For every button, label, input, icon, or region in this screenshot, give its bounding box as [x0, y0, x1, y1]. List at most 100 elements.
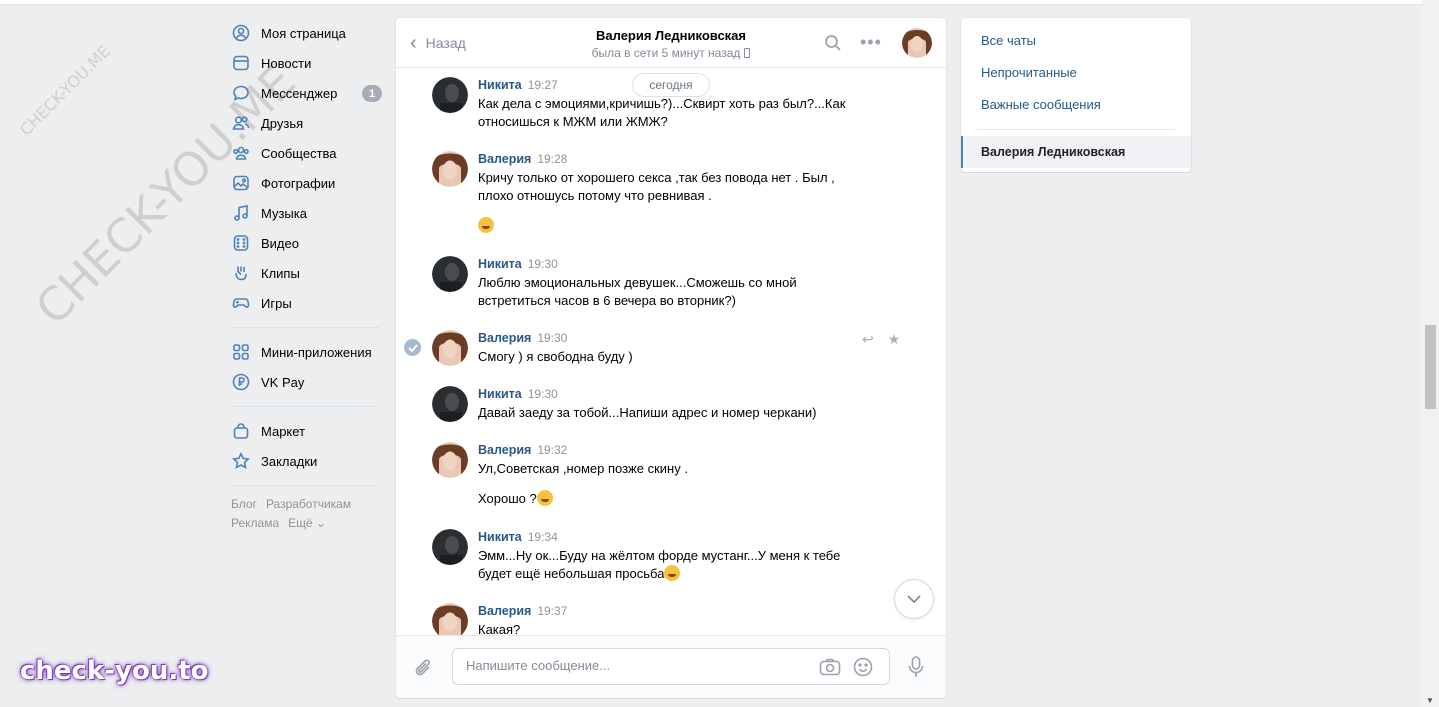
star-icon — [232, 452, 250, 470]
active-chat-item[interactable]: Валерия Ледниковская — [961, 136, 1191, 168]
message-item[interactable]: Никита 19:30 Люблю эмоциональных девушек.… — [432, 256, 912, 310]
nav-item-market[interactable]: Маркет — [226, 416, 382, 446]
communities-icon — [232, 144, 250, 162]
avatar-valeria[interactable] — [432, 151, 468, 187]
page-scrollbar[interactable]: ▼ — [1422, 0, 1439, 707]
nav-label: Мини-приложения — [261, 344, 372, 360]
message-time: 19:27 — [527, 78, 558, 92]
paperclip-icon[interactable] — [414, 658, 434, 681]
more-options-icon[interactable]: ••• — [860, 32, 882, 53]
message-text: будет ещё небольшая просьба — [478, 566, 665, 581]
message-author[interactable]: Валерия — [478, 152, 531, 166]
message-time: 19:30 — [537, 331, 568, 345]
footer-link-blog[interactable]: Блог — [231, 497, 257, 511]
nav-label: Маркет — [261, 423, 306, 439]
friends-icon — [232, 114, 250, 132]
watermark-small: CHECK-YOU.ME — [16, 41, 114, 140]
message-item[interactable]: Валерия 19:32 Ул,Советская ,номер позже с… — [432, 442, 912, 508]
message-author[interactable]: Никита — [478, 530, 522, 544]
date-separator: сегодня — [632, 73, 710, 97]
vkpay-icon — [232, 373, 250, 391]
message-text: Хорошо ? — [478, 491, 537, 506]
message-text: Как дела с эмоциями,кричишь?)...Сквирт х… — [478, 96, 846, 111]
nav-item-messenger[interactable]: Мессенджер 1 — [226, 78, 382, 108]
avatar-valeria[interactable] — [432, 603, 468, 635]
avatar-valeria[interactable] — [432, 442, 468, 478]
message-time: 19:30 — [527, 387, 558, 401]
search-icon[interactable] — [824, 34, 842, 55]
message-text: Смогу ) я свободна буду ) — [478, 349, 633, 364]
message-author[interactable]: Валерия — [478, 443, 531, 457]
user-circle-icon — [232, 24, 250, 42]
nav-label: Мессенджер — [261, 85, 338, 101]
camera-icon[interactable] — [819, 658, 841, 679]
nav-item-photos[interactable]: Фотографии — [226, 168, 382, 198]
emoji-smile-icon[interactable] — [853, 657, 873, 680]
message-input-box — [452, 648, 890, 685]
read-check-icon[interactable] — [404, 339, 421, 356]
message-time: 19:30 — [527, 257, 558, 271]
status-text: была в сети 5 минут назад — [591, 46, 741, 60]
message-item[interactable]: Никита 19:34 Эмм...Ну ок...Буду на жёлтом… — [432, 529, 912, 583]
nav-item-video[interactable]: Видео — [226, 228, 382, 258]
nav-item-games[interactable]: Игры — [226, 288, 382, 318]
message-author[interactable]: Валерия — [478, 604, 531, 618]
nav-item-my-page[interactable]: Моя страница — [226, 18, 382, 48]
filter-important[interactable]: Важные сообщения — [961, 88, 1191, 120]
message-item[interactable]: Валерия 19:37 Какая? — [432, 603, 912, 635]
nav-item-bookmarks[interactable]: Закладки — [226, 446, 382, 476]
message-text: Какая? — [478, 622, 521, 635]
message-author[interactable]: Никита — [478, 257, 522, 271]
avatar-nikita[interactable] — [432, 256, 468, 292]
nav-label: Клипы — [261, 265, 300, 281]
nav-label: Друзья — [261, 115, 304, 131]
footer-link-ads[interactable]: Реклама — [231, 516, 279, 530]
filter-unread[interactable]: Непрочитанные — [961, 56, 1191, 88]
apps-icon — [232, 343, 250, 361]
nav-item-mini-apps[interactable]: Мини-приложения — [226, 337, 382, 367]
message-item[interactable]: Никита 19:30 Давай заеду за тобой...Напиш… — [432, 386, 912, 422]
nav-item-music[interactable]: Музыка — [226, 198, 382, 228]
message-text: Ул,Советская ,номер позже скину . — [478, 461, 688, 476]
nav-item-communities[interactable]: Сообщества — [226, 138, 382, 168]
nav-item-news[interactable]: Новости — [226, 48, 382, 78]
message-list[interactable]: сегодня Никита 19:27 Как дела с эмоциями,… — [396, 69, 946, 635]
message-composer — [396, 635, 946, 698]
unread-badge: 1 — [362, 85, 382, 102]
avatar-nikita[interactable] — [432, 386, 468, 422]
message-text: относишься к МЖМ или ЖМЖ? — [478, 114, 668, 129]
nav-item-friends[interactable]: Друзья — [226, 108, 382, 138]
chevron-down-icon — [907, 595, 921, 603]
scrollbar-thumb[interactable] — [1425, 325, 1436, 409]
nav-footer: Блог Разработчикам Реклама Ещё ⌄ — [226, 495, 382, 533]
contact-avatar[interactable] — [902, 28, 932, 58]
scroll-to-bottom-button[interactable] — [894, 579, 934, 619]
nav-label: VK Pay — [261, 374, 305, 390]
avatar-nikita[interactable] — [432, 529, 468, 565]
message-author[interactable]: Валерия — [478, 331, 531, 345]
nav-item-clips[interactable]: Клипы — [226, 258, 382, 288]
message-text: встретиться часов в 6 вечера во вторник?… — [478, 293, 736, 308]
message-author[interactable]: Никита — [478, 387, 522, 401]
message-author[interactable]: Никита — [478, 78, 522, 92]
message-item[interactable]: Валерия 19:28 Кричу только от хорошего се… — [432, 151, 912, 235]
message-text: Люблю эмоциональных девушек...Сможешь со… — [478, 275, 797, 290]
avatar-nikita[interactable] — [432, 77, 468, 113]
nav-label: Новости — [261, 55, 312, 71]
message-text: Эмм...Ну ок...Буду на жёлтом форде муста… — [478, 548, 841, 563]
message-item[interactable]: Валерия 19:30 Смогу ) я свободна буду ) — [432, 330, 912, 366]
top-header-strip — [0, 0, 1422, 5]
microphone-icon[interactable] — [908, 656, 924, 681]
filter-all-chats[interactable]: Все чаты — [961, 24, 1191, 56]
footer-link-more[interactable]: Ещё ⌄ — [288, 516, 326, 530]
avatar-valeria[interactable] — [432, 330, 468, 366]
clips-icon — [232, 264, 250, 282]
news-icon — [232, 54, 250, 72]
message-input[interactable] — [466, 658, 806, 673]
scroll-down-arrow-icon[interactable]: ▼ — [1426, 696, 1434, 705]
nav-item-vk-pay[interactable]: VK Pay — [226, 367, 382, 397]
chat-filter-panel: Все чаты Непрочитанные Важные сообщения … — [961, 18, 1191, 172]
grinning-emoji-icon — [536, 490, 553, 506]
footer-link-developers[interactable]: Разработчикам — [266, 497, 351, 511]
gamepad-icon — [232, 294, 250, 312]
